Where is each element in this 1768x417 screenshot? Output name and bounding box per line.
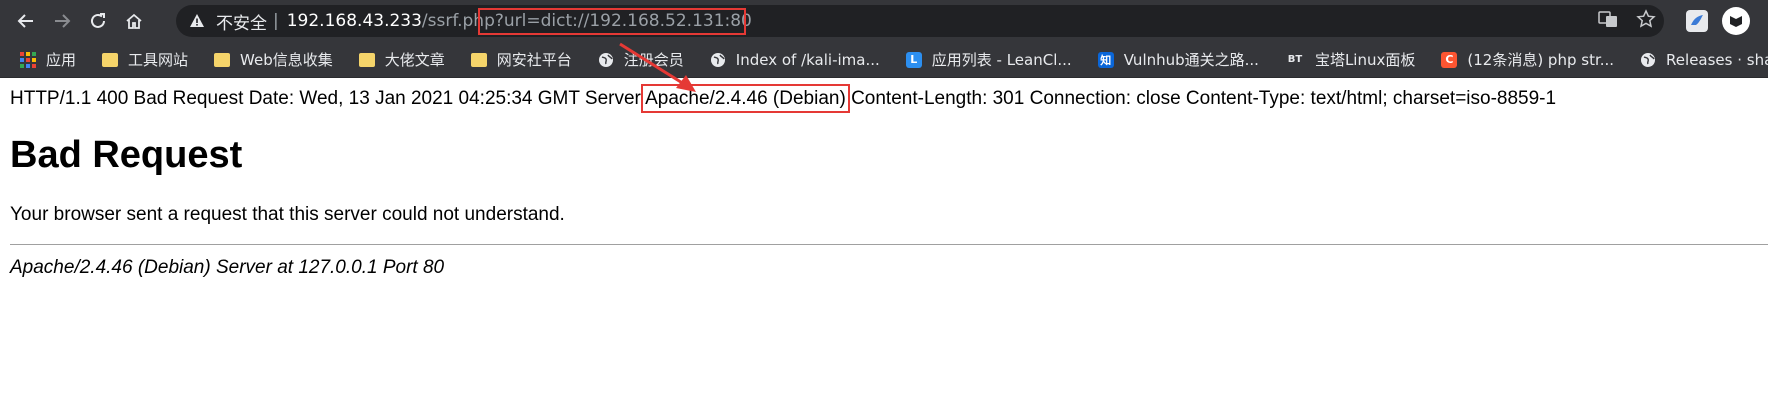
bookmarks-bar: 应用 工具网站 Web信息收集 大佬文章 网安社平台 注册会员 Index of… bbox=[0, 42, 1768, 78]
apps-grid-icon bbox=[20, 51, 36, 68]
bookmark-bt-panel[interactable]: BT 宝塔Linux面板 bbox=[1285, 49, 1416, 70]
bookmark-register[interactable]: 注册会员 bbox=[598, 49, 684, 70]
response-headers: HTTP/1.1 400 Bad Request Date: Wed, 13 J… bbox=[10, 84, 1557, 113]
leancloud-icon: L bbox=[905, 51, 922, 68]
zhihu-icon: 知 bbox=[1097, 51, 1114, 68]
folder-icon bbox=[102, 52, 119, 68]
bookmark-label: Index of /kali-ima... bbox=[735, 50, 880, 69]
bookmark-leancloud[interactable]: L 应用列表 - LeanCl... bbox=[905, 49, 1072, 70]
star-icon[interactable] bbox=[1636, 9, 1656, 34]
bookmark-label: (12条消息) php str... bbox=[1467, 51, 1615, 69]
reload-icon[interactable] bbox=[80, 3, 116, 39]
server-signature: Apache/2.4.46 (Debian) Server at 127.0.0… bbox=[10, 257, 445, 278]
bookmark-label: 应用列表 - LeanCl... bbox=[931, 51, 1072, 69]
bookmark-label: Releases · shack2 bbox=[1666, 50, 1768, 69]
bookmark-releases[interactable]: Releases · shack2 bbox=[1640, 51, 1768, 69]
warning-triangle-icon[interactable] bbox=[188, 12, 206, 30]
translate-icon[interactable] bbox=[1598, 9, 1618, 34]
csdn-icon: C bbox=[1441, 51, 1458, 68]
url-highlight-box bbox=[478, 8, 746, 35]
bookmark-label: Web信息收集 bbox=[240, 51, 333, 69]
globe-icon bbox=[710, 52, 726, 68]
headers-after: Content-Length: 301 Connection: close Co… bbox=[845, 88, 1557, 109]
divider bbox=[10, 244, 1768, 245]
bookmark-vulnhub[interactable]: 知 Vulnhub通关之路... bbox=[1097, 49, 1259, 70]
folder-icon bbox=[358, 52, 375, 68]
bookmark-kali-index[interactable]: Index of /kali-ima... bbox=[710, 51, 880, 69]
back-arrow-icon[interactable] bbox=[8, 3, 44, 39]
bookmark-folder-platform[interactable]: 网安社平台 bbox=[470, 49, 572, 70]
bookmark-label: 宝塔Linux面板 bbox=[1314, 51, 1416, 69]
bookmark-label: 注册会员 bbox=[623, 51, 684, 69]
url-host[interactable]: 192.168.43.233 bbox=[287, 11, 422, 31]
extension-bird-icon[interactable] bbox=[1686, 10, 1708, 32]
security-label[interactable]: 不安全 bbox=[216, 9, 267, 34]
globe-icon bbox=[1640, 52, 1656, 68]
bookmark-apps[interactable]: 应用 bbox=[20, 49, 76, 70]
bookmark-label: 工具网站 bbox=[128, 51, 189, 69]
server-header-value: Apache/2.4.46 (Debian) bbox=[641, 84, 850, 113]
headers-before: HTTP/1.1 400 Bad Request Date: Wed, 13 J… bbox=[10, 88, 646, 109]
address-bar[interactable]: 不安全 | 192.168.43.233 /ssrf.php?url=dict:… bbox=[176, 5, 1664, 37]
error-message: Your browser sent a request that this se… bbox=[10, 204, 565, 225]
bookmark-folder-web-info[interactable]: Web信息收集 bbox=[214, 49, 333, 70]
browser-toolbar: 不安全 | 192.168.43.233 /ssrf.php?url=dict:… bbox=[0, 0, 1768, 42]
bookmark-csdn[interactable]: C (12条消息) php str... bbox=[1441, 49, 1614, 70]
globe-icon bbox=[598, 52, 614, 68]
bookmark-label: 应用 bbox=[46, 51, 77, 69]
forward-arrow-icon[interactable] bbox=[44, 3, 80, 39]
page-title: Bad Request bbox=[10, 134, 243, 176]
folder-icon bbox=[214, 52, 231, 68]
folder-icon bbox=[470, 52, 487, 68]
bookmark-label: Vulnhub通关之路... bbox=[1123, 51, 1259, 69]
separator: | bbox=[273, 11, 279, 31]
bookmark-label: 大佬文章 bbox=[384, 51, 445, 69]
page-content: HTTP/1.1 400 Bad Request Date: Wed, 13 J… bbox=[0, 78, 1768, 417]
extension-profile-icon[interactable] bbox=[1722, 7, 1750, 35]
bookmark-folder-tools[interactable]: 工具网站 bbox=[102, 49, 188, 70]
bookmark-folder-articles[interactable]: 大佬文章 bbox=[358, 49, 445, 70]
bookmark-label: 网安社平台 bbox=[496, 51, 572, 69]
home-icon[interactable] bbox=[116, 3, 152, 39]
bt-icon: BT bbox=[1287, 54, 1303, 65]
